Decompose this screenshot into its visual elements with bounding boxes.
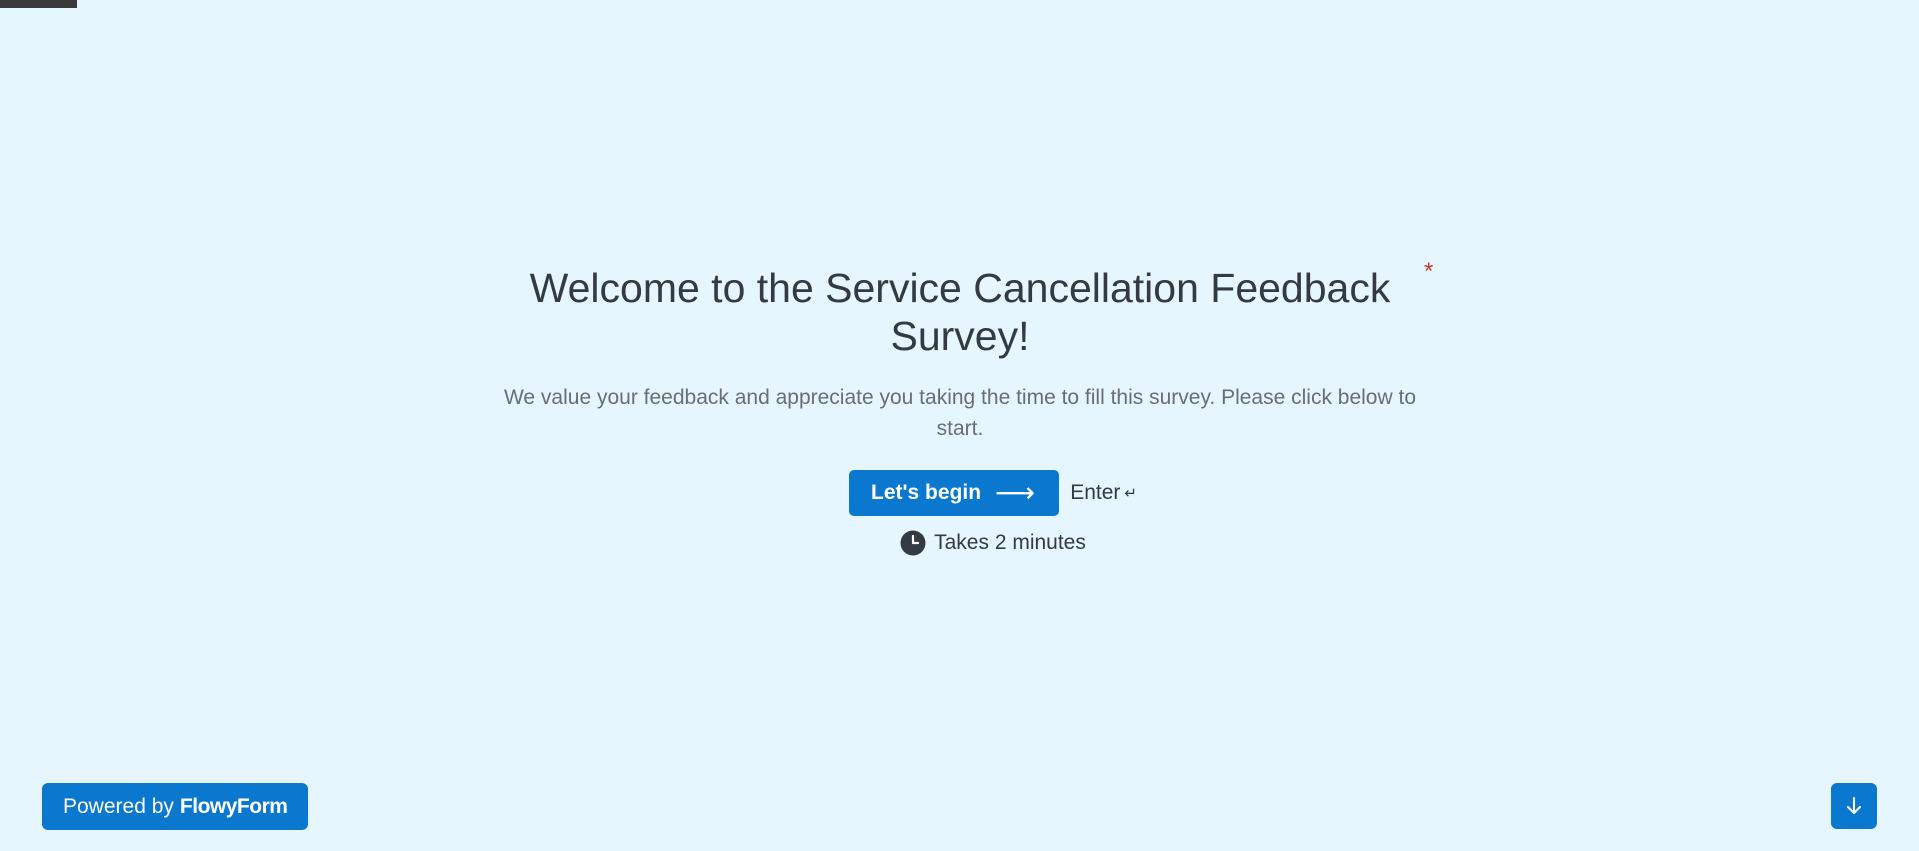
powered-by-prefix: Powered by: [63, 794, 174, 818]
time-estimate-label: Takes 2 minutes: [934, 531, 1086, 554]
begin-button[interactable]: Let's begin ⟶: [849, 470, 1060, 516]
enter-hint-label: Enter: [1070, 481, 1121, 504]
progress-bar: [0, 0, 77, 8]
welcome-screen: Welcome to the Service Cancellation Feed…: [480, 264, 1440, 556]
enter-key-icon: ↵: [1124, 485, 1137, 502]
brand-name: FlowyForm: [179, 794, 288, 818]
powered-by-button[interactable]: Powered by FlowyForm: [42, 783, 309, 830]
arrow-right-icon: ⟶: [995, 477, 1036, 508]
begin-button-label: Let's begin: [871, 481, 982, 504]
welcome-title: Welcome to the Service Cancellation Feed…: [529, 265, 1391, 359]
time-estimate: Takes 2 minutes: [480, 530, 1440, 556]
enter-hint: Enter ↵: [1070, 481, 1137, 505]
welcome-subtitle: We value your feedback and appreciate yo…: [503, 386, 1417, 440]
clock-icon: [900, 530, 926, 556]
start-actions: Let's begin ⟶ Enter ↵: [480, 470, 1440, 516]
scroll-down-button[interactable]: [1831, 783, 1877, 829]
arrow-down-icon: [1847, 797, 1861, 814]
